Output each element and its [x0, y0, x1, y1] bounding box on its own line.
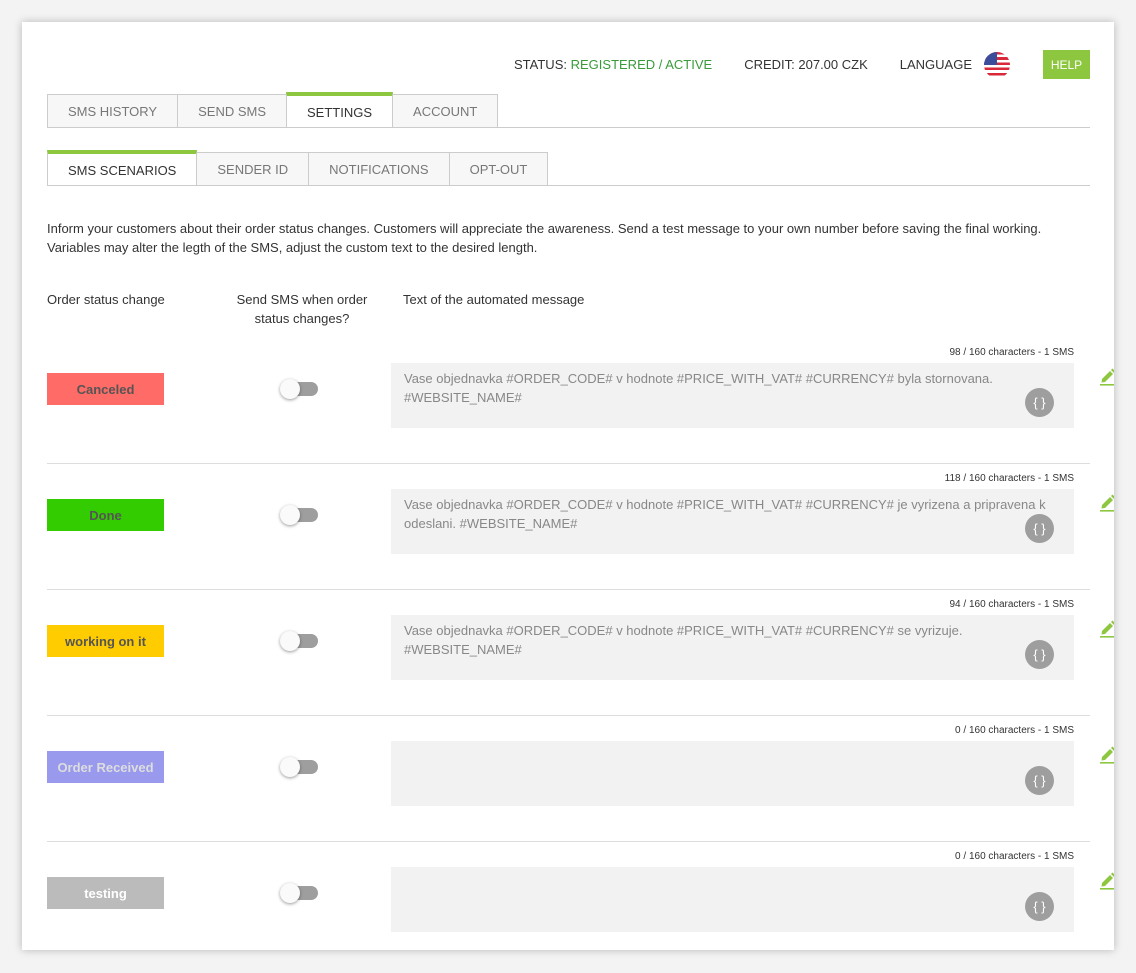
- insert-variable-button[interactable]: { }: [1025, 892, 1054, 921]
- character-counter: 0 / 160 characters - 1 SMS: [955, 851, 1074, 862]
- pencil-icon[interactable]: [1098, 744, 1114, 764]
- character-counter: 98 / 160 characters - 1 SMS: [949, 347, 1074, 358]
- toggle-knob: [280, 883, 300, 903]
- help-button[interactable]: HELP: [1043, 50, 1090, 79]
- message-text[interactable]: Vase objednavka #ORDER_CODE# v hodnote #…: [391, 489, 1074, 554]
- pencil-icon[interactable]: [1098, 870, 1114, 890]
- message-text[interactable]: Vase objednavka #ORDER_CODE# v hodnote #…: [391, 363, 1074, 428]
- tab-send-sms[interactable]: SEND SMS: [177, 94, 288, 127]
- account-status: STATUS: REGISTERED / ACTIVE: [514, 57, 712, 72]
- message-content: Vase objednavka #ORDER_CODE# v hodnote #…: [404, 497, 1046, 531]
- message-text[interactable]: { }: [391, 741, 1074, 806]
- pencil-icon[interactable]: [1098, 366, 1114, 386]
- scenario-list: Canceled 98 / 160 characters - 1 SMS Vase …: [47, 338, 1114, 950]
- character-counter: 118 / 160 characters - 1 SMS: [944, 473, 1074, 484]
- subtab-sender-id[interactable]: SENDER ID: [196, 152, 310, 185]
- send-sms-toggle[interactable]: [280, 379, 318, 399]
- language-label: LANGUAGE: [899, 57, 972, 72]
- pencil-icon[interactable]: [1098, 492, 1114, 512]
- send-sms-toggle[interactable]: [280, 757, 318, 777]
- status-label: STATUS:: [514, 57, 567, 72]
- credit-balance: CREDIT: 207.00 CZK: [744, 57, 868, 72]
- intro-text: Inform your customers about their order …: [47, 221, 1042, 255]
- subtab-sms-scenarios[interactable]: SMS SCENARIOS: [47, 150, 198, 185]
- scenario-row: Order Received 0 / 160 characters - 1 SMS…: [47, 716, 1114, 842]
- insert-variable-button[interactable]: { }: [1025, 766, 1054, 795]
- character-counter: 0 / 160 characters - 1 SMS: [955, 725, 1074, 736]
- toggle-knob: [280, 757, 300, 777]
- toggle-knob: [280, 631, 300, 651]
- column-header-text: Text of the automated message: [403, 292, 585, 307]
- scenario-row: Done 118 / 160 characters - 1 SMS Vase obj…: [47, 464, 1114, 590]
- language-selector[interactable]: LANGUAGE: [899, 51, 1010, 78]
- status-value: REGISTERED / ACTIVE: [570, 57, 713, 72]
- message-text[interactable]: Vase objednavka #ORDER_CODE# v hodnote #…: [391, 615, 1074, 680]
- pencil-icon[interactable]: [1098, 618, 1114, 638]
- subtab-notifications[interactable]: NOTIFICATIONS: [308, 152, 450, 185]
- main-tabs: SMS HISTORY SEND SMS SETTINGS ACCOUNT: [47, 92, 1090, 128]
- status-badge: testing: [47, 877, 164, 909]
- tab-account[interactable]: ACCOUNT: [392, 94, 499, 127]
- status-badge: Order Received: [47, 751, 164, 783]
- subtab-opt-out[interactable]: OPT-OUT: [448, 152, 549, 185]
- send-sms-toggle[interactable]: [280, 631, 318, 651]
- scenario-row: working on it 94 / 160 characters - 1 SMS…: [47, 590, 1114, 716]
- send-sms-toggle[interactable]: [280, 505, 318, 525]
- column-header-status: Order status change: [47, 292, 165, 307]
- status-badge: Done: [47, 499, 164, 531]
- toggle-knob: [280, 379, 300, 399]
- toggle-knob: [280, 505, 300, 525]
- scenario-row: Canceled 98 / 160 characters - 1 SMS Vase …: [47, 338, 1114, 464]
- message-content: Vase objednavka #ORDER_CODE# v hodnote #…: [404, 623, 963, 657]
- insert-variable-button[interactable]: { }: [1025, 388, 1054, 417]
- character-counter: 94 / 160 characters - 1 SMS: [949, 599, 1074, 610]
- column-header-send: Send SMS when order status changes?: [236, 292, 368, 326]
- message-text[interactable]: { }: [391, 867, 1074, 932]
- top-bar: STATUS: REGISTERED / ACTIVE CREDIT: 207.…: [514, 50, 1090, 79]
- send-sms-toggle[interactable]: [280, 883, 318, 903]
- insert-variable-button[interactable]: { }: [1025, 640, 1054, 669]
- insert-variable-button[interactable]: { }: [1025, 514, 1054, 543]
- tab-settings[interactable]: SETTINGS: [286, 92, 394, 127]
- status-badge: working on it: [47, 625, 164, 657]
- tab-sms-history[interactable]: SMS HISTORY: [47, 94, 179, 127]
- sub-tabs: SMS SCENARIOS SENDER ID NOTIFICATIONS OPT-O…: [47, 150, 1090, 186]
- us-flag-icon[interactable]: [984, 51, 1010, 78]
- status-badge: Canceled: [47, 373, 164, 405]
- settings-panel: STATUS: REGISTERED / ACTIVE CREDIT: 207.…: [22, 22, 1114, 950]
- message-content: Vase objednavka #ORDER_CODE# v hodnote #…: [404, 371, 993, 405]
- scenario-row: testing 0 / 160 characters - 1 SMS { }: [47, 842, 1114, 950]
